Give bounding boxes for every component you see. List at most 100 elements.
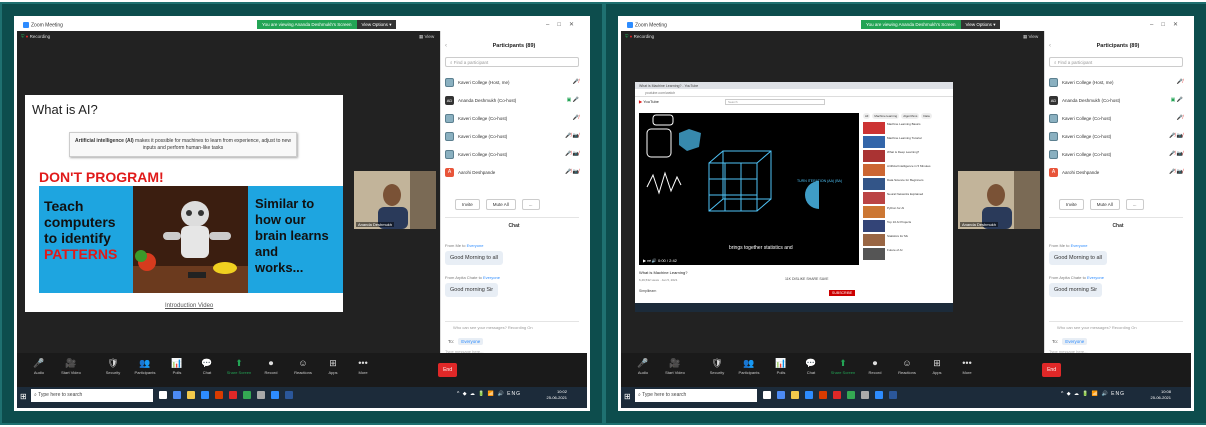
- folder-icon[interactable]: [791, 391, 799, 399]
- mic-muted-icon[interactable]: 🎤̸ 📷̸: [565, 133, 579, 139]
- more-button[interactable]: ••• More: [953, 357, 981, 375]
- recipient-dropdown[interactable]: Everyone: [458, 338, 484, 345]
- video-player[interactable]: TURN ITERATION (AA) (BA) brings together…: [639, 113, 859, 265]
- mic-muted-icon[interactable]: 🎤̸: [573, 115, 579, 121]
- participant-item[interactable]: A Aarohi Deshpande 🎤̸ 📷̸: [445, 163, 579, 181]
- participant-search-input[interactable]: ⌕ Find a participant: [445, 57, 579, 67]
- start-video-button[interactable]: 🎥 Start Video: [661, 357, 689, 375]
- taskbar-search-input[interactable]: ⌕ Type here to search: [31, 389, 153, 402]
- security-button[interactable]: 🛡 Security: [99, 357, 127, 375]
- participants-button[interactable]: 👥 Participants: [131, 357, 159, 375]
- video-controls[interactable]: ▶ ⏭ 🔊 0:00 / 2:42: [639, 255, 859, 265]
- mute-all-button[interactable]: Mute All: [1089, 199, 1120, 210]
- recommended-video[interactable]: Data Science for Beginners: [863, 178, 949, 190]
- reactions-button[interactable]: ☺ Reactions: [289, 357, 317, 375]
- invite-button[interactable]: Invite: [1059, 199, 1084, 210]
- record-button[interactable]: ⏺ Record: [861, 357, 889, 375]
- share-screen-button[interactable]: ⬆ Share Screen: [829, 357, 857, 375]
- zoom-taskbar-icon[interactable]: [271, 391, 279, 399]
- apps-button[interactable]: ⊞ Apps: [923, 357, 951, 375]
- window-controls[interactable]: –□✕: [546, 21, 582, 28]
- task-view-icon[interactable]: [159, 391, 167, 399]
- view-button[interactable]: ▦ View: [419, 34, 434, 40]
- participants-button[interactable]: 👥 Participants: [735, 357, 763, 375]
- chip[interactable]: All: [863, 113, 871, 119]
- system-tray-icons[interactable]: ^ ◆ ☁ 🔋 📶 🔊 ENG: [1061, 391, 1125, 397]
- clock[interactable]: 10:02 25-06-2021: [547, 389, 567, 401]
- mail-icon[interactable]: [805, 391, 813, 399]
- mic-muted-icon[interactable]: 🎤̸ 📷̸: [1169, 151, 1183, 157]
- recommended-video[interactable]: Machine Learning Tutorial: [863, 136, 949, 148]
- intro-video-link[interactable]: Introduction Video: [165, 303, 213, 309]
- recommended-video[interactable]: Top 10 AI Projects: [863, 220, 949, 232]
- message-to[interactable]: Everyone: [467, 243, 484, 248]
- folder-icon[interactable]: [187, 391, 195, 399]
- more-button[interactable]: ••• More: [349, 357, 377, 375]
- channel-name[interactable]: Simplilearn: [639, 289, 656, 293]
- participant-item[interactable]: Kaveri College (Co-host) 🎤̸ 📷̸: [1049, 127, 1183, 145]
- office-icon[interactable]: [215, 391, 223, 399]
- acrobat-icon[interactable]: [229, 391, 237, 399]
- task-view-icon[interactable]: [763, 391, 771, 399]
- message-to[interactable]: Everyone: [1087, 275, 1104, 280]
- audio-button[interactable]: 🎤 Audio: [25, 357, 53, 375]
- participant-item[interactable]: AD Ananda Deshmukh (Co-host) ▣ 🎤: [1049, 91, 1183, 109]
- recommended-video[interactable]: Machine Learning Basics: [863, 122, 949, 134]
- more-button[interactable]: ...: [521, 199, 540, 210]
- chat-privacy-note[interactable]: Who can see your messages? Recording On: [453, 325, 533, 330]
- chip[interactable]: Machine learning: [872, 113, 900, 119]
- recommended-video[interactable]: Future of AI: [863, 248, 949, 260]
- settings-icon[interactable]: [257, 391, 265, 399]
- participant-search-input[interactable]: ⌕ Find a participant: [1049, 57, 1183, 67]
- word-icon[interactable]: [285, 391, 293, 399]
- participant-item[interactable]: Kaveri College (Co-host) 🎤̸: [445, 109, 579, 127]
- browser-tab[interactable]: What is Machine Learning? - YouTube: [635, 82, 953, 89]
- windows-start-icon[interactable]: ⊞: [624, 392, 631, 401]
- end-meeting-button[interactable]: End: [1042, 363, 1061, 377]
- apps-button[interactable]: ⊞ Apps: [319, 357, 347, 375]
- mic-muted-icon[interactable]: 🎤̸ 📷̸: [1169, 133, 1183, 139]
- reactions-button[interactable]: ☺ Reactions: [893, 357, 921, 375]
- invite-button[interactable]: Invite: [455, 199, 480, 210]
- participant-item[interactable]: Kaveri College (Host, me) 🎤̸: [1049, 73, 1183, 91]
- system-tray-icons[interactable]: ^ ◆ ☁ 🔋 📶 🔊 ENG: [457, 391, 521, 397]
- mic-muted-icon[interactable]: 🎤̸ 📷̸: [1169, 169, 1183, 175]
- participant-item[interactable]: Kaveri College (Host, me) 🎤̸: [445, 73, 579, 91]
- window-controls[interactable]: –□✕: [1150, 21, 1186, 28]
- zoom-taskbar-icon[interactable]: [875, 391, 883, 399]
- record-button[interactable]: ⏺ Record: [257, 357, 285, 375]
- message-to[interactable]: Everyone: [1071, 243, 1088, 248]
- chat-button[interactable]: 💬 Chat: [797, 357, 825, 375]
- settings-icon[interactable]: [861, 391, 869, 399]
- polls-button[interactable]: 📊 Polls: [767, 357, 795, 375]
- mute-all-button[interactable]: Mute All: [485, 199, 516, 210]
- mic-muted-icon[interactable]: 🎤̸ 📷̸: [565, 169, 579, 175]
- participant-item[interactable]: Kaveri College (Co-host) 🎤̸ 📷̸: [445, 145, 579, 163]
- office-icon[interactable]: [819, 391, 827, 399]
- chip[interactable]: Algorithms: [901, 113, 920, 119]
- taskbar-search-input[interactable]: ⌕ Type here to search: [635, 389, 757, 402]
- view-options-button[interactable]: View Options ▾: [960, 20, 1001, 29]
- view-options-button[interactable]: View Options ▾: [356, 20, 397, 29]
- presenter-video[interactable]: Ananda Deshmukh: [354, 171, 436, 229]
- windows-start-icon[interactable]: ⊞: [20, 392, 27, 401]
- security-button[interactable]: 🛡 Security: [703, 357, 731, 375]
- recipient-dropdown[interactable]: Everyone: [1062, 338, 1088, 345]
- polls-button[interactable]: 📊 Polls: [163, 357, 191, 375]
- chat-button[interactable]: 💬 Chat: [193, 357, 221, 375]
- mic-muted-icon[interactable]: 🎤̸: [573, 79, 579, 85]
- edge-icon[interactable]: [173, 391, 181, 399]
- audio-button[interactable]: 🎤 Audio: [629, 357, 657, 375]
- acrobat-icon[interactable]: [833, 391, 841, 399]
- chrome-icon[interactable]: [847, 391, 855, 399]
- mic-muted-icon[interactable]: 🎤̸ 📷̸: [565, 151, 579, 157]
- clock[interactable]: 10:08 25-06-2021: [1151, 389, 1171, 401]
- mic-muted-icon[interactable]: 🎤̸: [1177, 79, 1183, 85]
- recommended-video[interactable]: What is Deep Learning?: [863, 150, 949, 162]
- edge-icon[interactable]: [777, 391, 785, 399]
- more-button[interactable]: ...: [1125, 199, 1144, 210]
- participant-item[interactable]: Kaveri College (Co-host) 🎤̸: [1049, 109, 1183, 127]
- mic-muted-icon[interactable]: 🎤̸: [1177, 115, 1183, 121]
- chip[interactable]: Data: [921, 113, 932, 119]
- mail-icon[interactable]: [201, 391, 209, 399]
